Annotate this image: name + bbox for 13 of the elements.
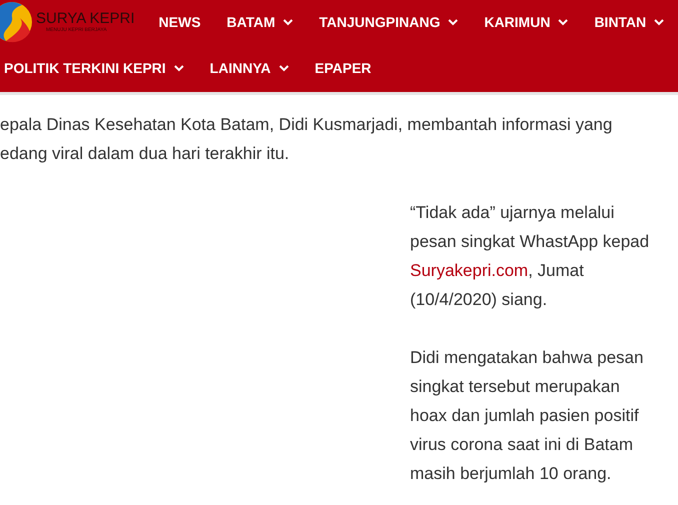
article-paragraph: “Tidak ada” ujarnya melalui pesan singkat WhastApp kepad Suryakepri.com, Jumat (10/4/2020) siang. <box>410 202 650 311</box>
site-link[interactable]: Suryakepri.com <box>410 261 528 280</box>
lead-paragraph: epala Dinas Kesehatan Kota Batam, Didi Kusmarjadi, membantah informasi yang edang viral dalam dua hari terakhir itu. <box>0 114 612 165</box>
nav-link[interactable]: NEWS <box>158 12 201 32</box>
nav-link[interactable]: LAINNYA <box>210 58 289 78</box>
nav-link[interactable]: KARIMUN <box>484 12 568 32</box>
nav-link[interactable]: BINTAN <box>594 12 664 32</box>
nav-link[interactable]: POLITIK TERKINI KEPRI <box>4 58 184 78</box>
nav-link[interactable]: TANJUNGPINANG <box>319 12 458 32</box>
nav-link[interactable]: BATAM <box>226 12 294 32</box>
nav-link[interactable]: EPAPER <box>314 58 372 78</box>
logo-name: SURYA KEPRI <box>36 11 135 26</box>
article-paragraph: Didi mengatakan bahwa pesan singkat tersebut merupakan hoax dan jumlah pasien positif virus corona saat ini di Batam masih berjumlah 10 orang. <box>410 347 644 485</box>
